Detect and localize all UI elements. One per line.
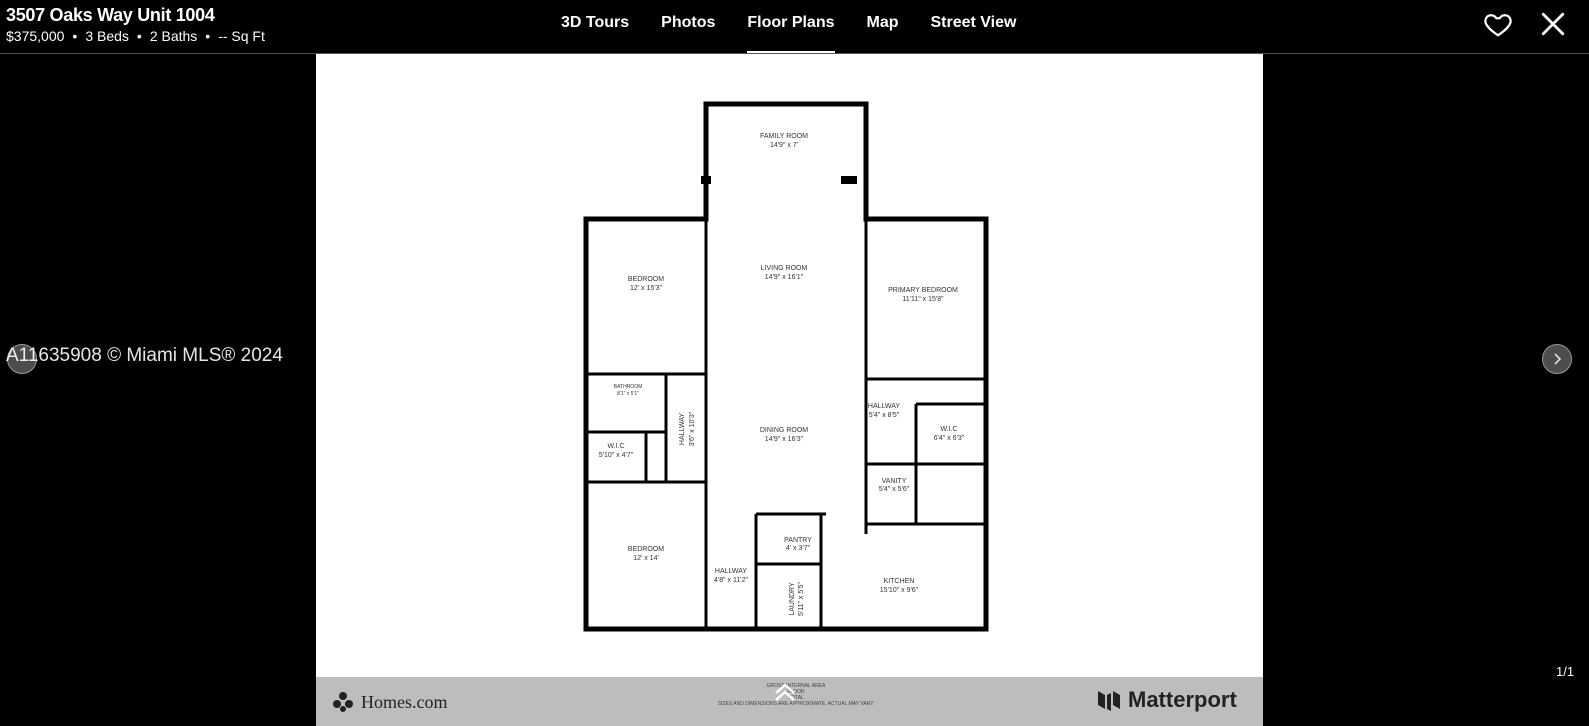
listing-address: 3507 Oaks Way Unit 1004 <box>6 5 215 25</box>
chevron-up-icon[interactable] <box>772 681 798 703</box>
room-dims: 3'6" x 10'3" <box>689 411 696 446</box>
room-dims: 4' x 3'7" <box>786 545 811 552</box>
room-dims: 14'9" x 7' <box>770 142 798 149</box>
room-dims: 12' x 14' <box>633 555 659 562</box>
matterport-logo: Matterport <box>1096 687 1237 713</box>
room-dims: 11'11" x 15'8" <box>902 296 944 303</box>
room-dims: 5'10" x 4'7" <box>599 452 634 459</box>
matterport-logo-icon <box>1098 691 1120 711</box>
tab-floor-plans[interactable]: Floor Plans <box>731 0 850 53</box>
floor-plan-viewer: FAMILY ROOM 14'9" x 7' LIVING ROOM 14'9"… <box>316 54 1263 726</box>
chevron-right-icon <box>1554 353 1562 365</box>
listing-baths: 2 Baths <box>149 28 198 44</box>
room-dims: 14'9" x 16'3" <box>765 436 804 443</box>
room-label: FAMILY ROOM <box>760 133 808 140</box>
room-dims: 15'10" x 9'6" <box>880 587 919 594</box>
floor-plan-image: FAMILY ROOM 14'9" x 7' LIVING ROOM 14'9"… <box>583 101 989 632</box>
room-label: W.I.C <box>607 443 624 450</box>
room-label: LIVING ROOM <box>761 265 808 272</box>
tab-map[interactable]: Map <box>851 0 915 53</box>
homes-logo-icon <box>333 692 353 712</box>
heart-icon[interactable] <box>1483 9 1513 39</box>
room-label: BEDROOM <box>628 276 664 283</box>
room-label: KITCHEN <box>884 578 915 585</box>
room-label: W.I.C <box>940 426 957 433</box>
listing-beds: 3 Beds <box>85 28 129 44</box>
room-dims: 5'11" x 5'5" <box>798 581 805 615</box>
room-dims: 5'4" x 8'5" <box>869 412 900 419</box>
next-button[interactable] <box>1542 344 1572 374</box>
room-dims: 6'4" x 6'3" <box>934 435 965 442</box>
room-dims: 8'1" x 5'1" <box>617 391 639 397</box>
room-label: HALLWAY <box>715 568 747 575</box>
separator-dot: • <box>205 28 211 44</box>
room-label: VANITY <box>882 478 907 485</box>
room-dims: 4'8" x 11'2" <box>714 577 748 584</box>
room-label: PRIMARY BEDROOM <box>888 287 958 294</box>
mls-watermark: A11635908 © Miami MLS® 2024 <box>6 345 283 366</box>
separator-dot: • <box>136 28 142 44</box>
room-label: BEDROOM <box>628 546 664 553</box>
room-dims: 14'9" x 16'1" <box>765 274 804 281</box>
room-label: PANTRY <box>784 537 812 544</box>
room-label: LAUNDRY <box>789 582 796 616</box>
room-dims: 5'4" x 5'6" <box>879 486 910 493</box>
tab-photos[interactable]: Photos <box>645 0 731 53</box>
listing-summary: $375,000 • 3 Beds • 2 Baths • -- Sq Ft <box>6 28 269 44</box>
listing-price: $375,000 <box>6 28 65 44</box>
room-label: HALLWAY <box>679 413 686 445</box>
homes-logo: Homes.com <box>331 690 447 714</box>
top-bar: 3507 Oaks Way Unit 1004 $375,000 • 3 Beds •… <box>0 0 1589 54</box>
room-label: HALLWAY <box>868 403 900 410</box>
floor-plan-footer: Homes.com GROSS INTERNAL AREA FLOOR TOTA… <box>316 677 1263 726</box>
room-dims: 12' x 15'3" <box>630 285 663 292</box>
tab-3d-tours[interactable]: 3D Tours <box>545 0 645 53</box>
room-label: BATHROOM <box>614 384 643 390</box>
tab-street-view[interactable]: Street View <box>915 0 1033 53</box>
room-label: DINING ROOM <box>760 427 808 434</box>
homes-brand-text: Homes.com <box>361 691 448 712</box>
listing-sqft: -- Sq Ft <box>218 28 265 44</box>
matterport-brand-text: Matterport <box>1128 687 1237 712</box>
image-counter: 1/1 <box>1556 664 1575 679</box>
media-tabs: 3D Tours Photos Floor Plans Map Street V… <box>545 0 1032 53</box>
close-icon[interactable] <box>1540 11 1566 37</box>
separator-dot: • <box>72 28 78 44</box>
